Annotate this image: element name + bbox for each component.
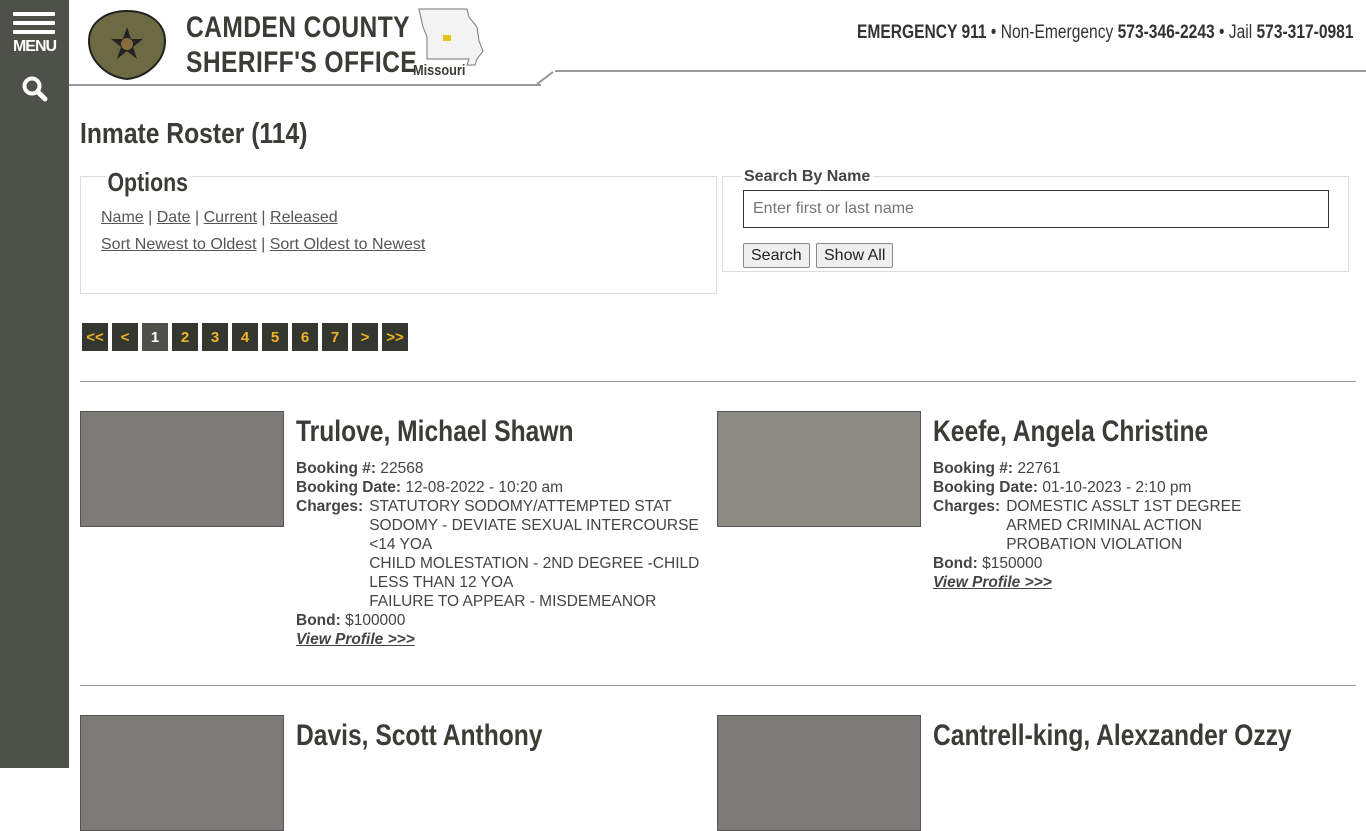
inmate-name[interactable]: Cantrell-king, Alexzander Ozzy: [933, 719, 1292, 753]
search-icon[interactable]: [22, 76, 48, 102]
divider: [80, 381, 1356, 382]
pagination: << < 1 2 3 4 5 6 7 > >>: [82, 323, 408, 351]
state-label: Missouri: [413, 62, 466, 79]
sort-name-link[interactable]: Name: [101, 209, 144, 226]
inmate-photo[interactable]: [80, 411, 284, 527]
menu-button[interactable]: MENU: [0, 38, 69, 56]
search-button[interactable]: Search: [743, 243, 810, 268]
bond-amount: $150000: [982, 555, 1043, 572]
booking-date: 12-08-2022 - 10:20 am: [405, 479, 564, 496]
site-header: CAMDEN COUNTY SHERIFF'S OFFICE Missouri E…: [69, 0, 1366, 86]
search-panel: Search By Name Search Show All: [722, 168, 1349, 272]
page-title: Inmate Roster (114): [80, 118, 308, 150]
view-profile-link[interactable]: View Profile >>>: [296, 631, 415, 648]
filter-released-link[interactable]: Released: [270, 209, 338, 226]
name-search-input[interactable]: [743, 190, 1329, 228]
missouri-map-icon: [418, 8, 484, 66]
page-7-button[interactable]: 7: [322, 323, 348, 351]
charge: CHILD MOLESTATION - 2ND DEGREE -CHILD LE…: [369, 555, 700, 591]
sort-oldest-link[interactable]: Sort Oldest to Newest: [270, 236, 426, 253]
booking-number: 22761: [1017, 460, 1061, 477]
sort-newest-link[interactable]: Sort Newest to Oldest: [101, 236, 257, 253]
page-3-button[interactable]: 3: [202, 323, 228, 351]
inmate-photo[interactable]: [717, 715, 921, 831]
charge: DOMESTIC ASSLT 1ST DEGREE: [1006, 498, 1242, 515]
options-panel: Options Name | Date | Current | Released…: [80, 167, 717, 294]
inmate-name[interactable]: Davis, Scott Anthony: [296, 719, 542, 753]
show-all-button[interactable]: Show All: [816, 243, 894, 268]
next-page-button[interactable]: >: [352, 323, 378, 351]
inmate-name[interactable]: Keefe, Angela Christine: [933, 415, 1208, 449]
inmate-name[interactable]: Trulove, Michael Shawn: [296, 415, 574, 449]
site-title[interactable]: CAMDEN COUNTY SHERIFF'S OFFICE: [186, 10, 417, 80]
jail-phone[interactable]: 573-317-0981: [1257, 22, 1354, 43]
first-page-button[interactable]: <<: [82, 323, 108, 351]
charge: PROBATION VIOLATION: [1006, 536, 1183, 553]
charge: FAILURE TO APPEAR - MISDEMEANOR: [369, 593, 657, 610]
booking-number: 22568: [380, 460, 424, 477]
hamburger-menu-icon[interactable]: [13, 12, 55, 39]
sheriff-badge-logo[interactable]: [87, 9, 167, 81]
view-profile-link[interactable]: View Profile >>>: [933, 574, 1052, 591]
options-heading: Options: [105, 167, 191, 198]
divider: [80, 685, 1356, 686]
bond-amount: $100000: [345, 612, 406, 629]
nonemergency-phone[interactable]: 573-346-2243: [1118, 22, 1215, 43]
page-5-button[interactable]: 5: [262, 323, 288, 351]
sidebar: MENU: [0, 0, 69, 768]
prev-page-button[interactable]: <: [112, 323, 138, 351]
page-2-button[interactable]: 2: [172, 323, 198, 351]
filter-current-link[interactable]: Current: [204, 209, 257, 226]
last-page-button[interactable]: >>: [382, 323, 408, 351]
page-1-button[interactable]: 1: [142, 323, 168, 351]
sort-date-link[interactable]: Date: [157, 209, 191, 226]
inmate-photo[interactable]: [717, 411, 921, 527]
search-heading: Search By Name: [741, 168, 874, 186]
inmate-photo[interactable]: [80, 715, 284, 831]
contact-info: EMERGENCY 911 • Non-Emergency 573-346-22…: [857, 22, 1354, 43]
page-4-button[interactable]: 4: [232, 323, 258, 351]
charge: ARMED CRIMINAL ACTION: [1006, 517, 1202, 534]
booking-date: 01-10-2023 - 2:10 pm: [1042, 479, 1192, 496]
page-6-button[interactable]: 6: [292, 323, 318, 351]
charge: STATUTORY SODOMY/ATTEMPTED STAT SODOMY -…: [369, 498, 699, 553]
